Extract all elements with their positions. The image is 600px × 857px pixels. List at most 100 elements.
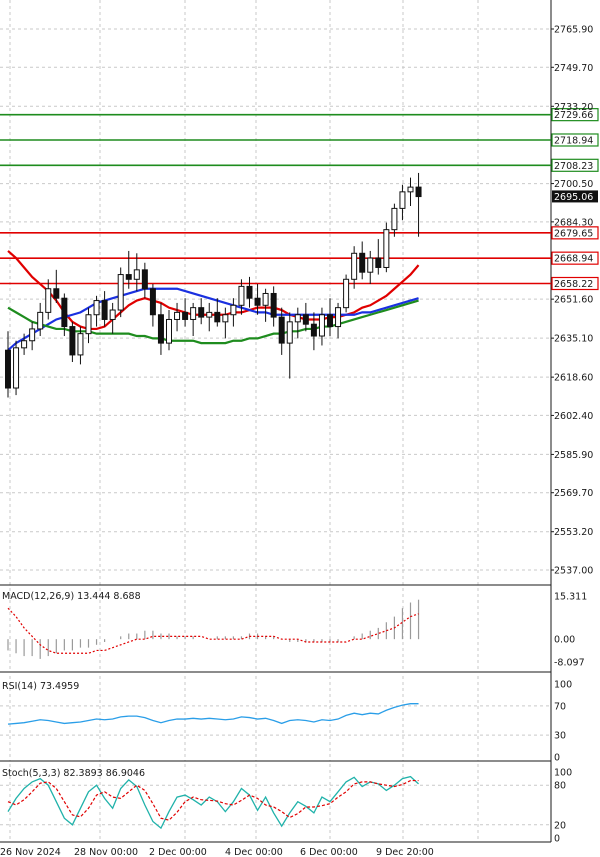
candle [69,321,76,363]
candle [238,279,245,315]
candle-body [262,292,269,306]
stoch-tick-label: 80 [554,781,566,792]
candlesticks [5,172,422,398]
candle-body [214,311,221,323]
candle [351,246,358,289]
candle [415,172,422,237]
price-tick-label: 2700.50 [554,179,593,190]
candle-body [101,300,108,320]
candle [302,302,309,332]
price-tick-label: 2585.90 [554,450,593,461]
candle [109,302,116,334]
candle [93,295,100,327]
stoch-tick-label: 0 [554,834,560,845]
candle [214,298,221,327]
candle-body [383,229,390,268]
candle-body [13,347,20,389]
candle [157,302,164,355]
candle-body [69,326,76,356]
candle-body [61,297,68,328]
candle-body [335,307,342,328]
stoch-tick-label: 100 [554,768,572,779]
stoch-k-line [7,775,419,830]
candle [391,203,398,237]
candle [190,302,197,337]
candle-body [318,314,325,337]
candle-body [294,314,301,323]
candle [198,298,205,325]
macd-label: MACD(12,26,9) 13.444 8.688 [2,591,141,602]
candle-body [141,269,148,290]
candle [318,307,325,346]
time-tick-label: 2 Dec 00:00 [149,847,207,857]
rsi-line [7,703,419,725]
candle [399,184,406,221]
candle [174,302,181,332]
price-tick-label: 2749.70 [554,63,593,74]
rsi-tick-label: 30 [554,731,566,742]
candle [367,250,374,285]
price-tick-label: 2635.10 [554,334,593,345]
candle-body [117,274,124,311]
candle [262,288,269,322]
candle [230,298,237,327]
candle-body [198,307,205,318]
candle [246,276,253,308]
candle-body [53,288,60,299]
candle [294,307,301,339]
candle [310,312,317,351]
candle-body [5,349,11,389]
candle-body [343,278,350,309]
candle-body [270,292,277,318]
candle-body [399,191,406,209]
price-tick-label: 2602.40 [554,411,593,422]
price-tick-label: 2553.20 [554,527,593,538]
candle-body [93,300,100,316]
price-axis: 2765.90 2749.70 2733.20 2700.50 2684.30 2651.… [551,25,598,577]
candle-body [77,333,84,356]
price-tick-label: 2537.00 [554,566,593,577]
candle [327,298,333,337]
candle [149,284,156,327]
candle [117,267,124,318]
candle [222,307,229,339]
candle-body [351,252,358,280]
candle-body [375,257,382,268]
candle [141,262,148,299]
chart-canvas: 2729.662718.942708.232679.652668.942658.… [0,0,599,857]
stoch-label: Stoch(5,3,3) 82.3893 86.9046 [2,768,145,779]
candle-body [238,285,245,306]
candle [133,253,140,292]
rsi-panel: 100 70 30 0 [0,680,572,764]
macd-tick-label: -8.097 [554,658,585,669]
candle [13,340,20,396]
price-tick-label: 2569.70 [554,488,593,499]
time-tick-label: 4 Dec 00:00 [225,847,283,857]
macd-panel: 15.311 0.00 -8.097 [7,592,587,669]
candle [45,279,52,320]
time-tick-label: 6 Dec 00:00 [300,847,358,857]
candle [286,312,293,379]
price-tick-label: 2765.90 [554,25,593,36]
candle [53,269,60,303]
candle [270,286,277,327]
candle-body [230,304,237,316]
candle-body [222,314,229,323]
chart-grid [0,0,552,843]
time-tick-label: 9 Dec 20:00 [376,847,434,857]
candle-body [37,311,44,330]
price-tick-label: 2684.30 [554,217,593,228]
support-resistance-levels: 2729.662718.942708.232679.652668.942658.… [0,108,599,291]
candle-body [157,314,164,344]
candle [407,177,414,207]
macd-tick-label: 15.311 [554,592,587,603]
candle-body [391,207,398,231]
candle-body [359,252,366,273]
candle [5,331,11,398]
candle-body [190,307,197,320]
candle-body [166,318,172,344]
current-price-label: 2695.06 [554,192,593,203]
rsi-tick-label: 100 [554,680,572,691]
candle [375,239,382,275]
rsi-tick-label: 70 [554,701,566,712]
